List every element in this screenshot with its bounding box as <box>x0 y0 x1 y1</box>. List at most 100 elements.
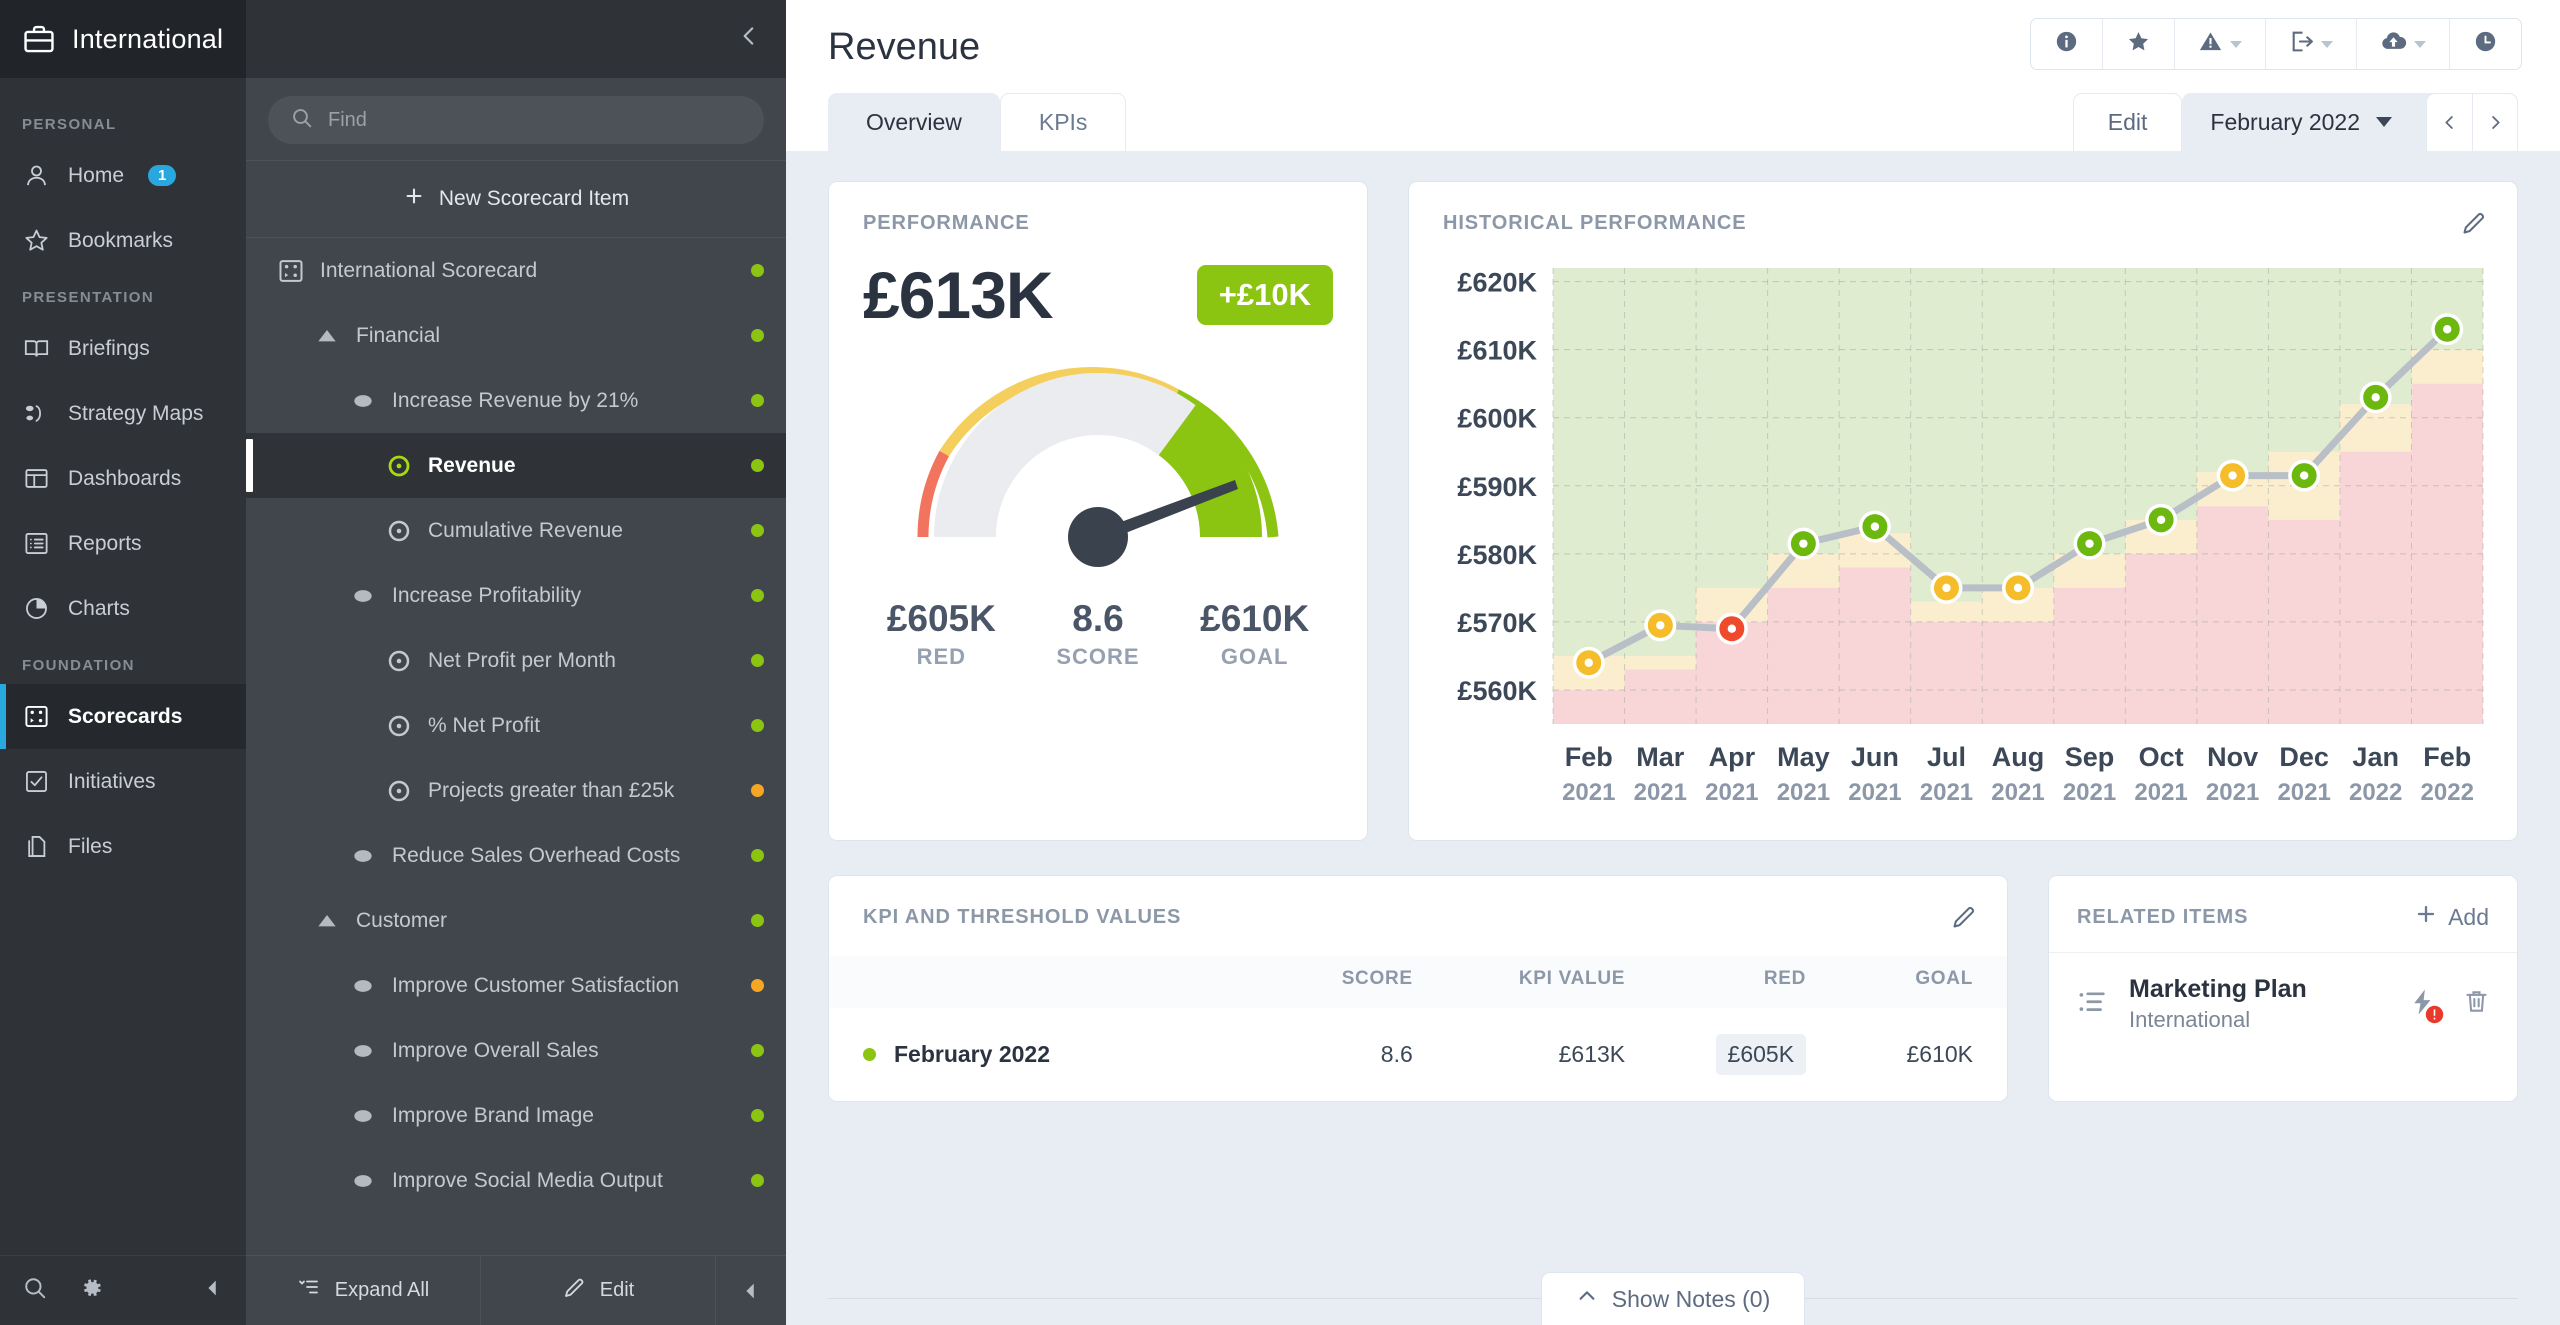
sidebar-item-strategy-maps[interactable]: Strategy Maps <box>0 381 246 446</box>
dashboard-icon <box>22 465 50 493</box>
plus-icon <box>403 185 425 213</box>
tree-item-net-profit-per-month[interactable]: Net Profit per Month <box>246 628 786 693</box>
tree-find-wrap <box>246 78 786 160</box>
sidebar-item-label: Bookmarks <box>68 228 174 252</box>
prev-period-button[interactable] <box>2426 93 2472 151</box>
show-notes-button[interactable]: Show Notes (0) <box>1540 1272 1806 1325</box>
tree-item-improve-brand-image[interactable]: Improve Brand Image <box>246 1083 786 1148</box>
top-cards-row: PERFORMANCE £613K +£10K £605K RED 8.6 SC… <box>828 181 2518 841</box>
history-button[interactable] <box>2450 19 2521 69</box>
tree-panel-collapse-button[interactable] <box>716 1256 786 1325</box>
data-point-center <box>1656 621 1665 630</box>
tree-edit-button[interactable]: Edit <box>481 1256 716 1325</box>
tree-collapse-icon[interactable] <box>736 23 762 56</box>
tree-bottom-bar: Expand All Edit <box>246 1255 786 1325</box>
pencil-icon[interactable] <box>2460 182 2487 242</box>
x-axis-tick-year: 2022 <box>2349 779 2402 806</box>
favorite-button[interactable] <box>2103 19 2175 69</box>
sidebar-item-charts[interactable]: Charts <box>0 576 246 641</box>
sidebar-item-bookmarks[interactable]: Bookmarks <box>0 208 246 273</box>
upload-button[interactable] <box>2357 19 2450 69</box>
pencil-icon[interactable] <box>1950 876 1977 936</box>
tree-item-net-profit[interactable]: % Net Profit <box>246 693 786 758</box>
main-header: Revenue Overview KPIs Edit February 2022 <box>786 0 2560 151</box>
performance-card: PERFORMANCE £613K +£10K £605K RED 8.6 SC… <box>828 181 1368 841</box>
next-period-button[interactable] <box>2472 93 2518 151</box>
x-axis-tick-month: Oct <box>2139 742 2184 772</box>
tab-kpis[interactable]: KPIs <box>999 93 1127 151</box>
tree-item-increase-profitability[interactable]: Increase Profitability <box>246 563 786 628</box>
tree-item-financial[interactable]: Financial <box>246 303 786 368</box>
chevron-down-icon <box>2230 40 2242 48</box>
header-toolbar <box>2030 18 2522 70</box>
strategy-map-icon <box>22 400 50 428</box>
book-icon <box>22 335 50 363</box>
historical-performance-chart: £560K £570K £580K £590K £600K £610K £620K Feb 20… <box>1457 268 2484 806</box>
kpi-cell-value: £613K <box>1558 1041 1626 1067</box>
tree-item-revenue[interactable]: Revenue <box>246 433 786 498</box>
edit-button[interactable]: Edit <box>2072 93 2183 151</box>
checkbox-icon <box>22 768 50 796</box>
tree-item-reduce-sales-overhead-costs[interactable]: Reduce Sales Overhead Costs <box>246 823 786 888</box>
sidebar-item-home[interactable]: Home 1 <box>0 143 246 208</box>
data-point-center <box>2013 583 2023 593</box>
expand-all-label: Expand All <box>334 1279 430 1301</box>
sidebar-item-briefings[interactable]: Briefings <box>0 316 246 381</box>
tree-item-improve-social-media-output[interactable]: Improve Social Media Output <box>246 1148 786 1213</box>
sidebar-item-initiatives[interactable]: Initiatives <box>0 749 246 814</box>
ellipse-icon <box>348 581 378 611</box>
info-button[interactable] <box>2031 19 2103 69</box>
sidebar-item-scorecards[interactable]: Scorecards <box>0 684 246 749</box>
tree-item-improve-overall-sales[interactable]: Improve Overall Sales <box>246 1018 786 1083</box>
sidebar-item-reports[interactable]: Reports <box>0 511 246 576</box>
tab-overview[interactable]: Overview <box>828 93 1000 151</box>
trash-icon[interactable] <box>2462 987 2491 1021</box>
period-selector[interactable]: February 2022 <box>2182 93 2518 151</box>
add-related-item-button[interactable]: Add <box>2414 902 2489 932</box>
new-scorecard-item-button[interactable]: New Scorecard Item <box>246 160 786 238</box>
alert-badge-icon[interactable] <box>2408 987 2444 1023</box>
sidebar-item-files[interactable]: Files <box>0 814 246 879</box>
status-dot <box>751 654 764 667</box>
gauge-goal-value: £610K <box>1200 598 1310 639</box>
kpi-col-score: SCORE <box>1270 956 1413 1008</box>
find-box[interactable] <box>268 96 764 144</box>
app-root: International PERSONAL Home 1 Bookmarks … <box>0 0 2560 1325</box>
search-icon[interactable] <box>22 1275 48 1306</box>
status-dot <box>751 979 764 992</box>
content-area: PERFORMANCE £613K +£10K £605K RED 8.6 SC… <box>786 151 2560 1325</box>
x-axis-tick-year: 2021 <box>2277 779 2330 806</box>
gear-icon[interactable] <box>78 1275 104 1306</box>
ellipse-icon <box>348 971 378 1001</box>
tree-item-projects-greater-than-25k[interactable]: Projects greater than £25k <box>246 758 786 823</box>
table-row[interactable]: February 2022 8.6 £613K £605K £610K <box>829 1008 2007 1101</box>
alerts-button[interactable] <box>2175 19 2266 69</box>
expand-all-button[interactable]: Expand All <box>246 1256 481 1325</box>
ellipse-icon <box>348 1036 378 1066</box>
target-green-icon <box>384 451 414 481</box>
chevron-left-icon[interactable] <box>202 1277 224 1304</box>
nav-section-label-foundation: FOUNDATION <box>22 657 135 674</box>
tree-item-improve-customer-satisfaction[interactable]: Improve Customer Satisfaction <box>246 953 786 1018</box>
scorecard-icon <box>22 703 50 731</box>
tree-item-cumulative-revenue[interactable]: Cumulative Revenue <box>246 498 786 563</box>
kpi-cell-period: February 2022 <box>829 1008 1271 1101</box>
tree-item-customer[interactable]: Customer <box>246 888 786 953</box>
export-button[interactable] <box>2266 19 2357 69</box>
gauge-score-label: SCORE <box>1056 644 1140 669</box>
scorecard-tree-list: International Scorecard Financial Increase… <box>246 238 786 1255</box>
kpi-table-header-row: SCORE KPI VALUE RED GOAL <box>829 956 2007 1008</box>
data-point-center <box>2299 471 2309 480</box>
search-input[interactable] <box>328 108 742 132</box>
list-item[interactable]: Marketing Plan International <box>2049 953 2517 1055</box>
x-axis-tick-year: 2021 <box>2134 779 2187 806</box>
period-nav-arrows <box>2426 93 2518 151</box>
clock-icon <box>2473 29 2498 59</box>
tree-item-increase-revenue-by-21[interactable]: Increase Revenue by 21% <box>246 368 786 433</box>
status-dot <box>751 1109 764 1122</box>
tree-item-international-scorecard[interactable]: International Scorecard <box>246 238 786 303</box>
star-icon <box>22 227 50 255</box>
nav-sections: PERSONAL Home 1 Bookmarks PRESENTATION B… <box>0 78 246 1255</box>
sidebar-item-dashboards[interactable]: Dashboards <box>0 446 246 511</box>
sidebar-item-label: Scorecards <box>68 704 183 728</box>
